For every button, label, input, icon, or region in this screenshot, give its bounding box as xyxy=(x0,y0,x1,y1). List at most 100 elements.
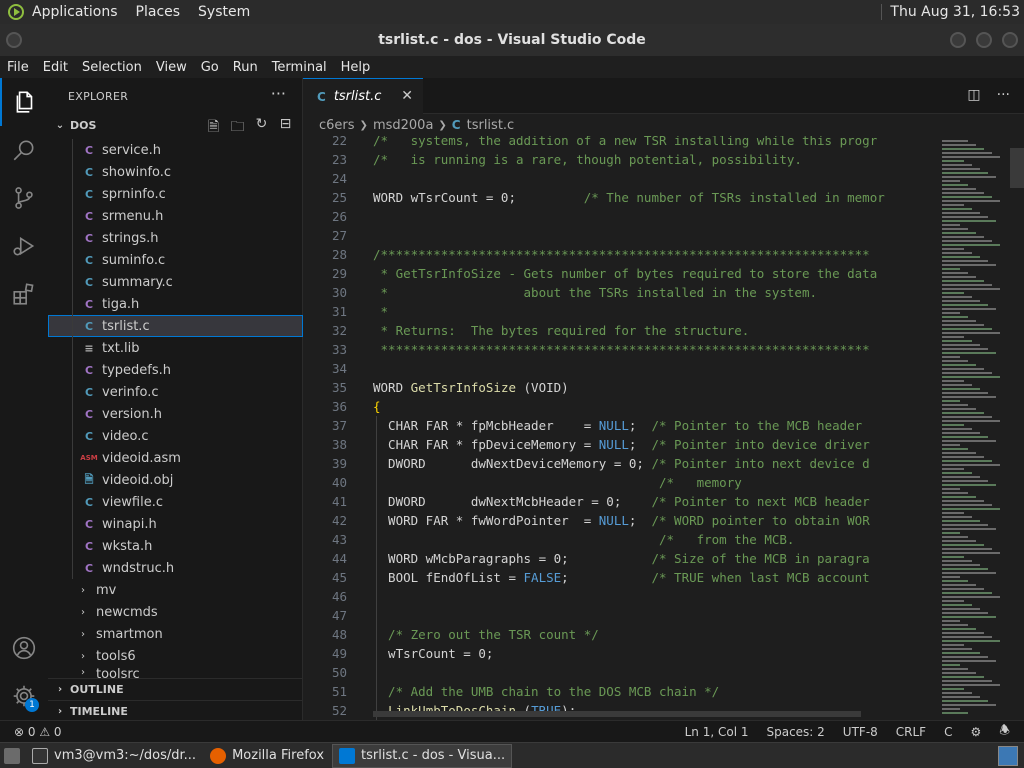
file-item[interactable]: Cservice.h xyxy=(48,139,303,161)
minimap-line xyxy=(942,244,1000,246)
file-item[interactable]: Ctypedefs.h xyxy=(48,359,303,381)
folder-item[interactable]: › tools6 xyxy=(48,645,303,667)
file-item[interactable]: Cwinapi.h xyxy=(48,513,303,535)
file-item[interactable]: Csummary.c xyxy=(48,271,303,293)
file-item[interactable]: Cstrings.h xyxy=(48,227,303,249)
code-editor[interactable]: 22 /* systems, the addition of a new TSR … xyxy=(303,136,936,720)
file-item[interactable]: Csrmenu.h xyxy=(48,205,303,227)
c-file-icon: C xyxy=(84,275,94,289)
minimap-line xyxy=(942,432,980,434)
refresh-icon[interactable]: ↻ xyxy=(253,116,270,140)
file-item[interactable]: Cversion.h xyxy=(48,403,303,425)
code-line: 44 WORD wMcbParagraphs = 0; /* Size of t… xyxy=(303,549,936,568)
outline-section-header[interactable]: › OUTLINE xyxy=(48,678,303,700)
folder-item[interactable]: › mv xyxy=(48,579,303,601)
workspace-switcher[interactable] xyxy=(998,745,1018,766)
minimap-line xyxy=(942,688,964,690)
menu-terminal[interactable]: Terminal xyxy=(265,60,334,75)
code-text: BOOL fEndOfList = FALSE; /* TRUE when la… xyxy=(373,570,870,585)
indent-guide xyxy=(72,161,73,183)
source-control-icon[interactable] xyxy=(0,174,48,222)
breadcrumb-item[interactable]: c6ers xyxy=(319,118,355,133)
search-icon[interactable] xyxy=(0,126,48,174)
file-item[interactable]: Cshowinfo.c xyxy=(48,161,303,183)
file-item[interactable]: Cwndstruc.h xyxy=(48,557,303,579)
close-tab-icon[interactable]: ✕ xyxy=(401,88,413,104)
editor-more-actions-icon[interactable]: ··· xyxy=(997,87,1010,103)
distro-logo-icon[interactable] xyxy=(8,4,24,20)
file-item[interactable]: Cvideo.c xyxy=(48,425,303,447)
breadcrumb-item[interactable]: msd200a xyxy=(373,118,433,133)
task-label: Mozilla Firefox xyxy=(232,748,325,763)
file-item[interactable]: Cverinfo.c xyxy=(48,381,303,403)
language-mode[interactable]: C xyxy=(944,725,952,739)
minimap[interactable] xyxy=(936,136,1010,720)
menu-file[interactable]: File xyxy=(0,60,36,75)
tab-tsrlist-c[interactable]: C tsrlist.c ✕ xyxy=(303,78,423,114)
explorer-more-actions-button[interactable]: ··· xyxy=(271,84,286,103)
notifications-bell-icon[interactable]: 🕭 xyxy=(999,721,1010,742)
show-desktop-icon[interactable] xyxy=(0,744,24,768)
new-file-icon[interactable]: 🗎 xyxy=(205,116,222,140)
minimap-line xyxy=(942,284,992,286)
file-item[interactable]: ≡ txt.lib xyxy=(48,337,303,359)
file-item[interactable]: Csprninfo.c xyxy=(48,183,303,205)
close-window-button[interactable] xyxy=(1002,32,1018,48)
task-firefox[interactable]: Mozilla Firefox xyxy=(204,744,330,768)
task-vscode[interactable]: tsrlist.c - dos - Visua... xyxy=(332,743,513,768)
indent-guide xyxy=(72,293,73,315)
minimap-line xyxy=(942,200,1000,202)
editor-vertical-scrollbar[interactable] xyxy=(1010,136,1024,720)
line-ending[interactable]: CRLF xyxy=(896,725,926,739)
applications-menu[interactable]: Applications xyxy=(32,4,118,20)
places-menu[interactable]: Places xyxy=(136,4,181,20)
run-debug-icon[interactable] xyxy=(0,222,48,270)
file-item[interactable]: Cviewfile.c xyxy=(48,491,303,513)
file-item[interactable]: Ctsrlist.c xyxy=(48,315,303,337)
maximize-button[interactable] xyxy=(976,32,992,48)
task-terminal[interactable]: vm3@vm3:~/dos/dr... xyxy=(26,744,202,768)
folder-item[interactable]: › smartmon xyxy=(48,623,303,645)
horizontal-scrollbar[interactable] xyxy=(373,711,861,717)
file-item[interactable]: Csuminfo.c xyxy=(48,249,303,271)
encoding[interactable]: UTF-8 xyxy=(843,725,878,739)
minimap-line xyxy=(942,332,1000,334)
new-folder-icon[interactable]: 🗀 xyxy=(229,116,246,140)
accounts-icon[interactable] xyxy=(0,624,48,672)
minimize-button[interactable] xyxy=(950,32,966,48)
file-item[interactable]: 🗎 videoid.obj xyxy=(48,469,303,491)
window-titlebar[interactable]: tsrlist.c - dos - Visual Studio Code xyxy=(0,24,1024,56)
scrollbar-thumb[interactable] xyxy=(1010,148,1024,188)
file-item[interactable]: ASM videoid.asm xyxy=(48,447,303,469)
collapse-all-icon[interactable]: ⊟ xyxy=(277,116,294,140)
breadcrumb-item[interactable]: tsrlist.c xyxy=(467,118,515,133)
indentation[interactable]: Spaces: 2 xyxy=(766,725,824,739)
menu-selection[interactable]: Selection xyxy=(75,60,149,75)
manage-gear-icon[interactable]: 1 xyxy=(0,672,48,720)
menu-run[interactable]: Run xyxy=(226,60,265,75)
file-item[interactable]: Cwksta.h xyxy=(48,535,303,557)
minimap-line xyxy=(942,184,968,186)
menu-go[interactable]: Go xyxy=(194,60,226,75)
copilot-icon[interactable]: ⚙ xyxy=(970,725,981,739)
extensions-icon[interactable] xyxy=(0,270,48,318)
clock[interactable]: Thu Aug 31, 16:53 xyxy=(881,4,1020,20)
menu-edit[interactable]: Edit xyxy=(36,60,75,75)
minimap-line xyxy=(942,580,968,582)
menu-help[interactable]: Help xyxy=(334,60,378,75)
firefox-icon xyxy=(210,747,227,764)
folder-item[interactable]: › newcmds xyxy=(48,601,303,623)
timeline-section-header[interactable]: › TIMELINE xyxy=(48,700,303,722)
window-menu-icon[interactable] xyxy=(6,32,22,48)
cursor-position[interactable]: Ln 1, Col 1 xyxy=(685,725,749,739)
explorer-icon[interactable] xyxy=(0,78,48,126)
problems-indicator[interactable]: ⊗ 0 ⚠ 0 xyxy=(14,725,62,739)
menu-view[interactable]: View xyxy=(149,60,194,75)
file-item[interactable]: Ctiga.h xyxy=(48,293,303,315)
minimap-line xyxy=(942,148,984,150)
minimap-line xyxy=(942,424,964,426)
system-menu[interactable]: System xyxy=(198,4,250,20)
c-file-icon: C xyxy=(451,118,461,132)
minimap-line xyxy=(942,252,972,254)
split-editor-icon[interactable]: ◫ xyxy=(967,87,980,103)
